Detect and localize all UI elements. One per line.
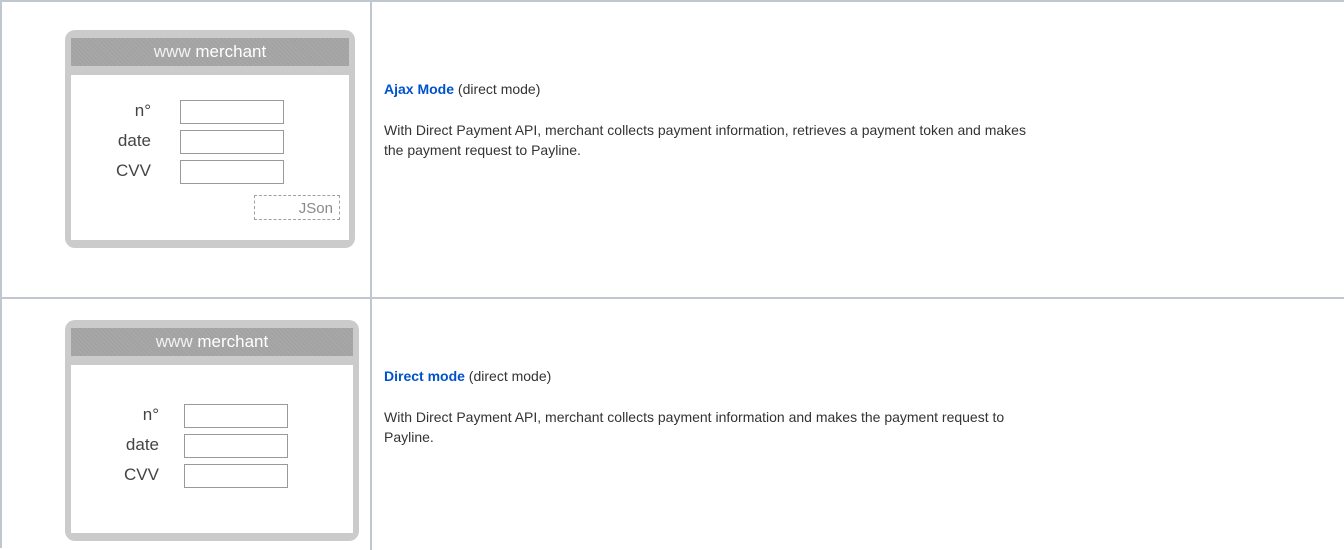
merchant-form-illustration: www merchant n° date CVV (65, 320, 359, 541)
merchant-header: www merchant (71, 328, 353, 356)
card-number-label: n° (142, 405, 159, 424)
description-cell: Direct mode (direct mode) With Direct Pa… (372, 299, 1344, 550)
description-line: With Direct Payment API, merchant collec… (384, 409, 1005, 425)
direct-mode-link[interactable]: Direct mode (384, 368, 465, 384)
description-cell: Ajax Mode (direct mode) With Direct Paym… (372, 2, 1344, 297)
modes-table: www merchant n° date CVV JSon Ajax Mode … (0, 0, 1344, 550)
illustration-cell: www merchant n° date CVV JSon (2, 2, 372, 297)
header-prefix: www (153, 42, 191, 61)
date-label: date (117, 131, 151, 150)
merchant-form-body: n° date CVV JSon (71, 75, 349, 240)
merchant-form-body: n° date CVV (71, 365, 353, 533)
illustration-cell: www merchant n° date CVV (2, 299, 372, 550)
mode-description: With Direct Payment API, merchant collec… (384, 120, 1284, 160)
cvv-label: CVV (124, 465, 159, 484)
mode-suffix: (direct mode) (454, 81, 541, 97)
merchant-form-illustration: www merchant n° date CVV JSon (65, 30, 355, 248)
table-row: www merchant n° date CVV JSon Ajax Mode … (2, 2, 1344, 299)
header-prefix: www (155, 332, 193, 351)
header-brand: merchant (197, 332, 269, 351)
card-number-box (180, 100, 284, 124)
mode-title: Direct mode (direct mode) (384, 367, 551, 385)
description-line: the payment request to Payline. (384, 142, 581, 158)
ajax-mode-link[interactable]: Ajax Mode (384, 81, 454, 97)
mode-title: Ajax Mode (direct mode) (384, 80, 540, 98)
card-number-label: n° (134, 101, 151, 120)
description-line: With Direct Payment API, merchant collec… (384, 122, 1026, 138)
date-box (180, 130, 284, 154)
description-line: Payline. (384, 429, 434, 445)
json-box: JSon (254, 195, 340, 220)
merchant-header: www merchant (71, 38, 349, 66)
header-brand: merchant (195, 42, 267, 61)
mode-description: With Direct Payment API, merchant collec… (384, 407, 1284, 447)
mode-suffix: (direct mode) (464, 368, 552, 384)
date-label: date (125, 435, 159, 454)
date-box (184, 434, 288, 458)
table-row: www merchant n° date CVV Direct mode (di… (2, 299, 1344, 550)
cvv-label: CVV (116, 161, 151, 180)
card-number-box (184, 404, 288, 428)
cvv-box (184, 464, 288, 488)
cvv-box (180, 160, 284, 184)
